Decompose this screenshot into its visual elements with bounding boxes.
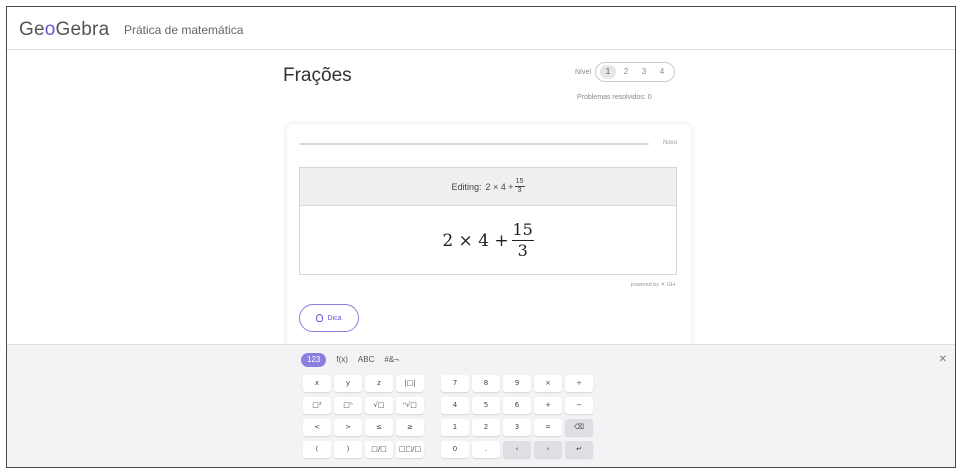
editing-denominator: 3	[517, 187, 522, 194]
app-subtitle: Prática de matemática	[124, 23, 244, 37]
hint-button[interactable]: Dica	[299, 304, 359, 332]
key-7[interactable]: 7	[441, 375, 469, 392]
key-8[interactable]: 8	[472, 375, 500, 392]
key-1[interactable]: 1	[441, 419, 469, 436]
key-right-arrow[interactable]: ›	[534, 441, 562, 458]
tab-symbols[interactable]: #&¬	[384, 353, 398, 367]
key-3[interactable]: 3	[503, 419, 531, 436]
powered-by-label: powered by ✕ GH	[630, 282, 675, 288]
keyboard-tabs: 123 f(x) ABC #&¬	[301, 353, 409, 367]
editing-numerator: 15	[515, 178, 524, 185]
key-9[interactable]: 9	[503, 375, 531, 392]
problems-solved-count: Problemas resolvidos: 0	[577, 94, 652, 101]
key-4[interactable]: 4	[441, 397, 469, 414]
editing-preview: Editing: 2 × 4 + 15 3	[300, 168, 676, 206]
key-sqrt[interactable]: √□	[365, 397, 393, 414]
expression-lhs: 2 × 4 +	[442, 230, 509, 251]
level-selector: Nível 1 2 3 4	[575, 61, 675, 83]
key-2[interactable]: 2	[472, 419, 500, 436]
key-enter[interactable]: ↵	[565, 441, 593, 458]
key-divide[interactable]: ÷	[565, 375, 593, 392]
key-power[interactable]: □ⁿ	[334, 397, 362, 414]
key-z[interactable]: z	[365, 375, 393, 392]
geogebra-logo[interactable]: GeoGebra	[19, 19, 109, 41]
app-window: GeoGebra Prática de matemática Frações N…	[6, 6, 956, 468]
key-plus[interactable]: +	[534, 397, 562, 414]
editing-expression-lhs: 2 × 4 +	[485, 181, 514, 192]
key-less-than[interactable]: <	[303, 419, 331, 436]
key-greater-equal[interactable]: ≥	[396, 419, 424, 436]
tab-123[interactable]: 123	[301, 353, 327, 367]
key-open-paren[interactable]: (	[303, 441, 331, 458]
key-abs[interactable]: |□|	[396, 375, 424, 392]
hint-label: Dica	[327, 314, 342, 322]
key-mixed-fraction[interactable]: □□/□	[396, 441, 424, 458]
key-6[interactable]: 6	[503, 397, 531, 414]
logo-text-b: Gebra	[55, 19, 110, 40]
logo-text-o: o	[44, 19, 56, 40]
logo-text-a: Ge	[19, 19, 45, 40]
key-left-arrow[interactable]: ‹	[503, 441, 531, 458]
virtual-keyboard: 123 f(x) ABC #&¬ ✕ x y z |□| 7 8 9 × ÷ □² □ⁿ √□ ⁿ√□ 4…	[7, 344, 955, 467]
math-input-field[interactable]: 2 × 4 + 15 3	[300, 206, 676, 275]
close-icon[interactable]: ✕	[939, 354, 947, 365]
top-bar: GeoGebra Prática de matemática	[7, 7, 955, 50]
tab-functions[interactable]: f(x)	[336, 353, 348, 367]
progress-bar	[299, 143, 649, 145]
page-title: Frações	[283, 65, 352, 86]
key-nth-root[interactable]: ⁿ√□	[396, 397, 424, 414]
expression-fraction: 15 3	[511, 220, 534, 261]
key-minus[interactable]: −	[565, 397, 593, 414]
editing-label: Editing:	[451, 181, 482, 192]
level-1-button[interactable]: 1	[599, 65, 616, 79]
level-pill: 1 2 3 4	[594, 62, 675, 82]
lightbulb-icon	[316, 314, 324, 322]
key-5[interactable]: 5	[472, 397, 500, 414]
key-multiply[interactable]: ×	[534, 375, 562, 392]
tab-abc[interactable]: ABC	[358, 353, 374, 367]
level-3-button[interactable]: 3	[636, 65, 652, 79]
expression-numerator: 15	[512, 220, 533, 239]
editing-expression: 2 × 4 + 15 3	[486, 178, 525, 195]
key-backspace[interactable]: ⌫	[565, 419, 593, 436]
key-y[interactable]: y	[334, 375, 362, 392]
key-x[interactable]: x	[303, 375, 331, 392]
key-less-equal[interactable]: ≤	[365, 419, 393, 436]
key-close-paren[interactable]: )	[334, 441, 362, 458]
level-2-button[interactable]: 2	[618, 65, 634, 79]
expression-denominator: 3	[517, 241, 528, 260]
key-square[interactable]: □²	[303, 397, 331, 414]
level-4-button[interactable]: 4	[654, 65, 670, 79]
exercise-card: Novo Editing: 2 × 4 + 15 3 2 × 4 + 15 3 …	[287, 124, 691, 354]
key-equals[interactable]: =	[534, 419, 562, 436]
key-fraction[interactable]: □/□	[365, 441, 393, 458]
key-decimal[interactable]: .	[472, 441, 500, 458]
editing-fraction: 15 3	[514, 178, 525, 195]
next-button[interactable]: Novo	[663, 140, 677, 146]
math-editor[interactable]: Editing: 2 × 4 + 15 3 2 × 4 + 15 3	[299, 167, 677, 275]
level-label: Nível	[575, 68, 591, 76]
key-0[interactable]: 0	[441, 441, 469, 458]
key-greater-than[interactable]: >	[334, 419, 362, 436]
